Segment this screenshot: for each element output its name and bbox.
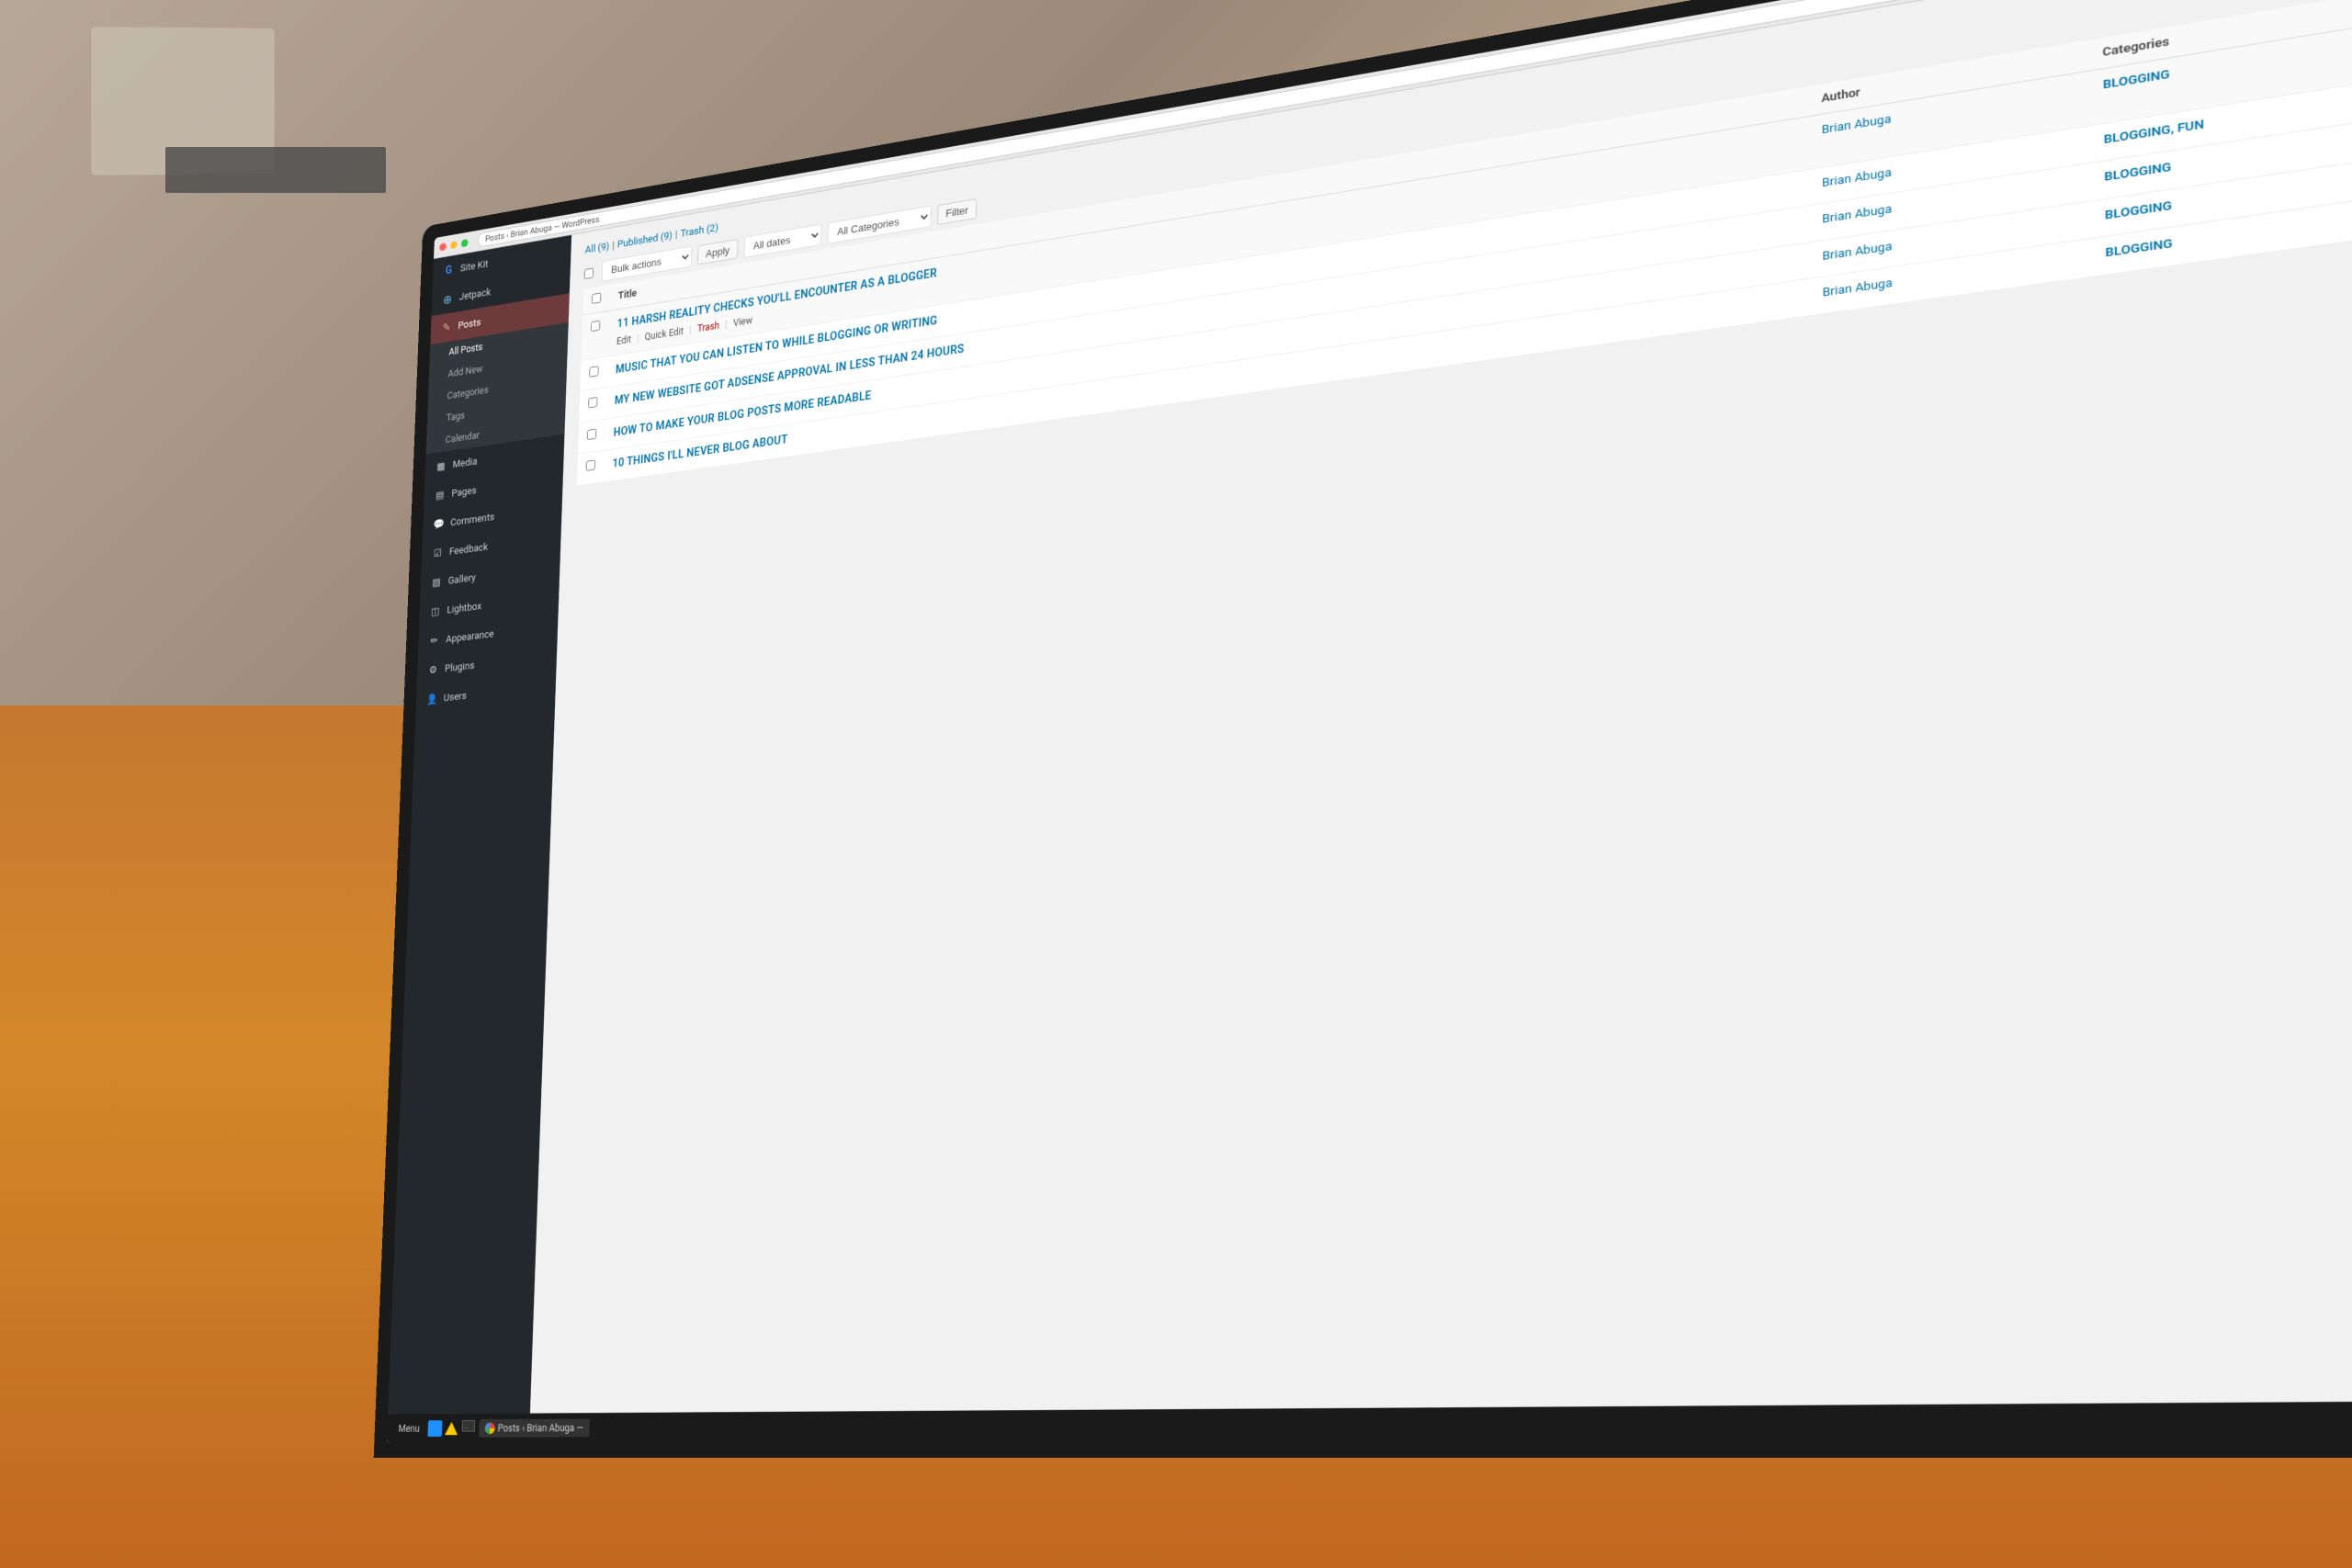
taskbar-start[interactable]: Menu bbox=[392, 1419, 425, 1438]
sidebar-label-plugins: Plugins bbox=[445, 660, 475, 674]
sidebar-label-posts: Posts bbox=[458, 317, 481, 332]
separator-1: | bbox=[612, 240, 615, 252]
action-sep-2: | bbox=[689, 324, 692, 335]
select-all-checkbox[interactable] bbox=[584, 268, 594, 280]
posts-icon: ✎ bbox=[440, 320, 453, 335]
laptop-screen: Posts ‹ Brian Abuga — WordPress G Site K… bbox=[387, 0, 2352, 1443]
sidebar-label-users: Users bbox=[444, 690, 467, 704]
filter-all-link[interactable]: All (9) bbox=[585, 241, 610, 256]
row-select-2[interactable] bbox=[589, 366, 598, 377]
add-new-label: Add New bbox=[447, 364, 482, 380]
action-sep-3: | bbox=[725, 318, 728, 329]
trash-action-1[interactable]: Trash bbox=[697, 320, 719, 334]
media-icon: ▦ bbox=[435, 458, 447, 474]
desk-item-dark bbox=[165, 147, 386, 193]
edit-action-1[interactable]: Edit bbox=[616, 333, 631, 346]
sidebar-label-feedback: Feedback bbox=[449, 541, 489, 558]
filter-published-link[interactable]: Published (9) bbox=[617, 230, 673, 251]
sidebar-posts-submenu: All Posts Add New Categories Tags Calend… bbox=[426, 322, 569, 455]
select-all-header-checkbox[interactable] bbox=[592, 292, 601, 304]
wp-main-content: All (9) | Published (9) | Trash (2) Bulk… bbox=[528, 0, 2352, 1443]
laptop-bezel: Posts ‹ Brian Abuga — WordPress G Site K… bbox=[374, 0, 2352, 1458]
sidebar-label-gallery: Gallery bbox=[448, 571, 476, 586]
sidebar-label-comments: Comments bbox=[450, 511, 494, 528]
categories-label: Categories bbox=[447, 384, 488, 401]
row-select-4[interactable] bbox=[587, 428, 596, 439]
taskbar-terminal-icon[interactable]: _ bbox=[462, 1420, 477, 1437]
tags-label: Tags bbox=[447, 410, 466, 423]
quick-edit-action-1[interactable]: Quick Edit bbox=[645, 325, 684, 343]
browser-close-dot[interactable] bbox=[439, 243, 447, 251]
users-icon: 👤 bbox=[425, 692, 438, 707]
feedback-icon: ☑ bbox=[431, 546, 444, 561]
taskbar-ie-icon[interactable] bbox=[428, 1420, 443, 1437]
jetpack-icon: ⊕ bbox=[441, 291, 454, 307]
row-select-3[interactable] bbox=[588, 397, 597, 408]
comments-icon: 💬 bbox=[433, 516, 446, 532]
apply-button[interactable]: Apply bbox=[697, 239, 738, 265]
filter-button[interactable]: Filter bbox=[937, 198, 978, 225]
chrome-icon bbox=[485, 1423, 495, 1435]
wp-content-area: All (9) | Published (9) | Trash (2) Bulk… bbox=[528, 0, 2352, 1443]
taskbar-active-item[interactable]: Posts ‹ Brian Abuga — bbox=[479, 1418, 590, 1437]
sidebar-label-appearance: Appearance bbox=[446, 628, 494, 646]
browser-min-dot[interactable] bbox=[450, 241, 458, 249]
taskbar-explorer-icon[interactable] bbox=[445, 1420, 459, 1437]
separator-2: | bbox=[675, 229, 678, 241]
sidebar-label-pages: Pages bbox=[451, 484, 477, 499]
action-sep-1: | bbox=[637, 333, 639, 344]
row-checkbox-3 bbox=[579, 388, 606, 423]
gallery-icon: ▨ bbox=[430, 575, 443, 591]
taskbar-active-label: Posts ‹ Brian Abuga — bbox=[498, 1422, 584, 1434]
row-checkbox-5 bbox=[577, 451, 605, 486]
sidebar-label-sitekit: Site Kit bbox=[460, 258, 489, 275]
sitekit-icon: G bbox=[442, 263, 455, 278]
row-select-1[interactable] bbox=[591, 321, 600, 333]
appearance-icon: ✏ bbox=[428, 633, 441, 649]
pages-icon: ▤ bbox=[434, 488, 447, 503]
all-posts-label: All Posts bbox=[448, 342, 482, 358]
sidebar-label-media: Media bbox=[452, 456, 477, 470]
sidebar-label-lightbox: Lightbox bbox=[447, 600, 481, 615]
row-checkbox-1 bbox=[582, 310, 609, 360]
sidebar-label-jetpack: Jetpack bbox=[459, 287, 492, 303]
lightbox-icon: ◫ bbox=[429, 604, 442, 619]
row-checkbox-4 bbox=[578, 419, 605, 454]
filter-trash-link[interactable]: Trash (2) bbox=[680, 222, 718, 241]
wp-admin-layout: G Site Kit ⊕ Jetpack ✎ Posts All Posts bbox=[387, 0, 2352, 1443]
browser-max-dot[interactable] bbox=[461, 239, 469, 247]
row-select-5[interactable] bbox=[586, 460, 595, 471]
calendar-label: Calendar bbox=[446, 430, 481, 446]
row-checkbox-2 bbox=[580, 356, 607, 392]
view-action-1[interactable]: View bbox=[733, 314, 752, 328]
plugins-icon: ⚙ bbox=[426, 662, 439, 678]
